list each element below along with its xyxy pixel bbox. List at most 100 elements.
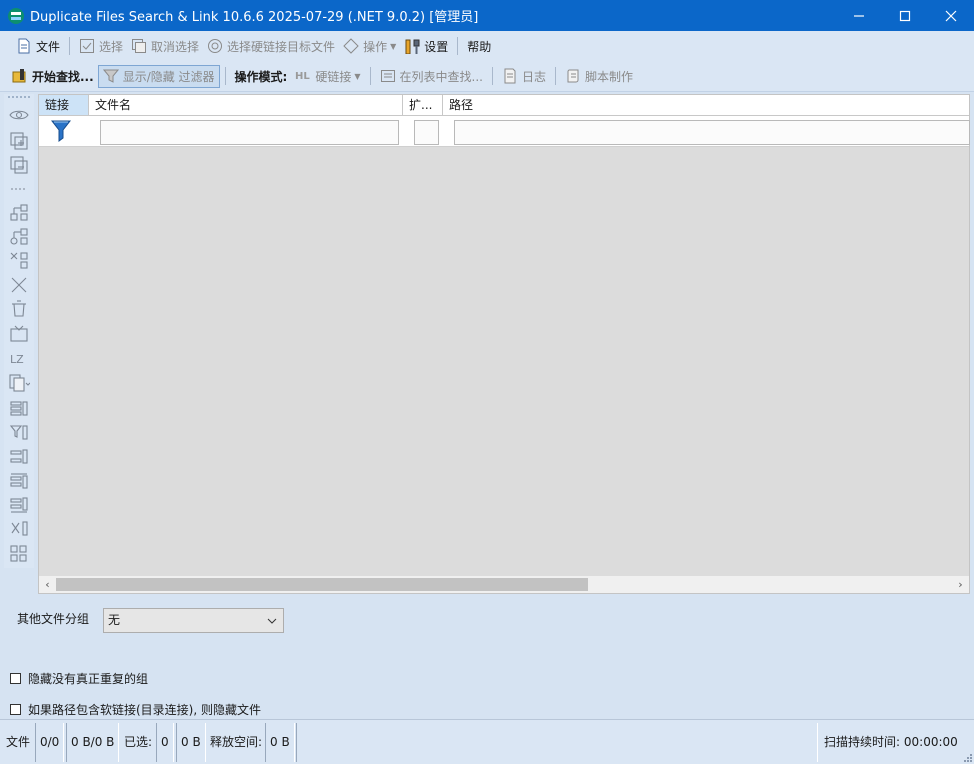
extension-filter-input[interactable]	[414, 120, 439, 145]
status-free-space-value: 0 B	[265, 723, 295, 762]
diamond-icon	[343, 38, 359, 54]
hardlink-mode-dropdown[interactable]: HL 硬链接 ▼	[291, 64, 364, 88]
grouping-selected-value: 无	[108, 613, 121, 627]
toggle-filter-label: 显示/隐藏 过滤器	[122, 69, 215, 84]
move-icon	[10, 325, 28, 342]
maximize-icon	[899, 10, 911, 21]
list-top-icon	[10, 473, 28, 489]
script-label: 脚本制作	[585, 69, 634, 84]
expand-icon	[10, 132, 28, 150]
tree-link-icon	[10, 204, 28, 221]
grouping-select[interactable]: 无	[103, 608, 284, 633]
grid-list-icon	[10, 401, 28, 416]
scroll-right-icon[interactable]: ›	[952, 576, 969, 593]
toolbar-separator	[224, 67, 226, 85]
hide-non-duplicate-groups-option[interactable]: 隐藏没有真正重复的组	[10, 670, 148, 687]
help-label: 帮助	[467, 39, 492, 54]
select-hardlink-target-label: 选择硬链接目标文件	[227, 39, 336, 54]
app-logo-icon	[8, 7, 24, 24]
hide-symlink-paths-option[interactable]: 如果路径包含软链接(目录连接), 则隐藏文件	[10, 701, 261, 718]
group-action-button-4[interactable]	[8, 494, 30, 516]
actions-dropdown[interactable]: 操作 ▼	[339, 34, 400, 58]
minimize-icon	[854, 14, 864, 17]
window-title: Duplicate Files Search & Link 10.6.6 202…	[30, 10, 479, 25]
toolbar-separator	[491, 67, 493, 85]
copy-dropdown-button[interactable]	[8, 372, 30, 394]
svg-text:LZ: LZ	[10, 353, 24, 366]
move-button[interactable]	[8, 322, 30, 344]
script-icon	[567, 69, 579, 83]
tools-icon	[405, 39, 420, 54]
start-search-button[interactable]: 开始查找...	[8, 64, 98, 88]
column-header-path[interactable]: 路径	[443, 95, 969, 115]
status-duration: 扫描持续时间: 00:00:00	[820, 723, 962, 762]
left-action-toolbar: LZ	[4, 94, 34, 568]
compress-button[interactable]: LZ	[8, 348, 30, 370]
tree-link-icon	[10, 228, 28, 245]
scroll-left-icon[interactable]: ‹	[39, 576, 56, 593]
script-button[interactable]: 脚本制作	[561, 64, 637, 88]
toolbar-separator	[69, 37, 71, 55]
select-hardlink-target-button[interactable]: 选择硬链接目标文件	[203, 34, 339, 58]
actions-label: 操作	[363, 39, 388, 54]
grid-header: 链接 文件名 扩... 路径	[39, 95, 969, 116]
toolbar-separator	[555, 67, 556, 85]
group-action-button-5[interactable]	[8, 518, 30, 540]
expand-groups-button[interactable]	[8, 130, 30, 152]
grouping-label: 其他文件分组	[17, 612, 90, 626]
compare-button[interactable]	[8, 178, 30, 200]
collapse-icon	[10, 156, 28, 174]
group-action-button-6[interactable]	[8, 542, 30, 564]
link-action-button-3[interactable]	[8, 250, 30, 272]
log-button[interactable]: 日志	[498, 64, 550, 88]
select-button[interactable]: 选择	[75, 34, 127, 58]
column-header-link[interactable]: 链接	[39, 95, 89, 115]
filter-list-icon	[9, 425, 28, 440]
find-in-list-button[interactable]: 在列表中查找...	[376, 64, 487, 88]
help-menu-button[interactable]: 帮助	[463, 34, 495, 58]
status-selected-size: 0 B	[176, 723, 206, 762]
filename-filter-input[interactable]	[100, 120, 399, 145]
group-action-button-1[interactable]	[8, 398, 30, 420]
close-button[interactable]	[928, 0, 974, 31]
select-label: 选择	[99, 39, 124, 54]
list-cross-icon	[11, 521, 28, 536]
link-action-button-1[interactable]	[8, 202, 30, 224]
group-action-button-2[interactable]	[8, 446, 30, 468]
hide-non-duplicate-groups-checkbox[interactable]	[10, 673, 21, 684]
file-menu-button[interactable]: 文件	[12, 34, 64, 58]
toolbar-separator	[369, 67, 371, 85]
link-action-button-2[interactable]	[8, 226, 30, 248]
collapse-groups-button[interactable]	[8, 154, 30, 176]
horizontal-scrollbar[interactable]: ‹ ›	[39, 576, 969, 593]
search-folder-icon	[12, 69, 26, 83]
group-filter-button[interactable]	[8, 422, 30, 444]
hide-symlink-paths-label: 如果路径包含软链接(目录连接), 则隐藏文件	[28, 703, 261, 717]
chevron-down-icon: ▼	[354, 71, 361, 81]
delete-icon	[11, 277, 27, 293]
group-action-button-3[interactable]	[8, 470, 30, 492]
hide-symlink-paths-checkbox[interactable]	[10, 704, 21, 715]
toggle-filter-button[interactable]: 显示/隐藏 过滤器	[97, 64, 220, 88]
title-bar: Duplicate Files Search & Link 10.6.6 202…	[0, 0, 974, 31]
minimize-button[interactable]	[836, 0, 882, 31]
window-controls	[836, 0, 974, 31]
log-label: 日志	[521, 69, 546, 84]
maximize-button[interactable]	[882, 0, 928, 31]
list-search-icon	[380, 70, 395, 82]
recycle-button[interactable]	[8, 298, 30, 320]
column-header-filename[interactable]: 文件名	[89, 95, 403, 115]
column-header-extension[interactable]: 扩...	[403, 95, 443, 115]
settings-button[interactable]: 设置	[400, 34, 452, 58]
view-button[interactable]	[8, 104, 30, 126]
chevron-down-icon	[267, 618, 277, 624]
path-filter-input[interactable]	[454, 120, 970, 145]
target-icon	[208, 39, 223, 53]
delete-button[interactable]	[8, 274, 30, 296]
lz-icon: LZ	[10, 353, 24, 366]
document-icon	[18, 38, 30, 54]
resize-grip-icon[interactable]	[962, 752, 972, 762]
main-menu-toolbar: 文件 选择 取消选择 选择硬链接目标文件 操作 ▼ 设置 帮助	[0, 31, 974, 61]
deselect-button[interactable]: 取消选择	[127, 34, 203, 58]
scrollbar-thumb[interactable]	[56, 578, 588, 591]
